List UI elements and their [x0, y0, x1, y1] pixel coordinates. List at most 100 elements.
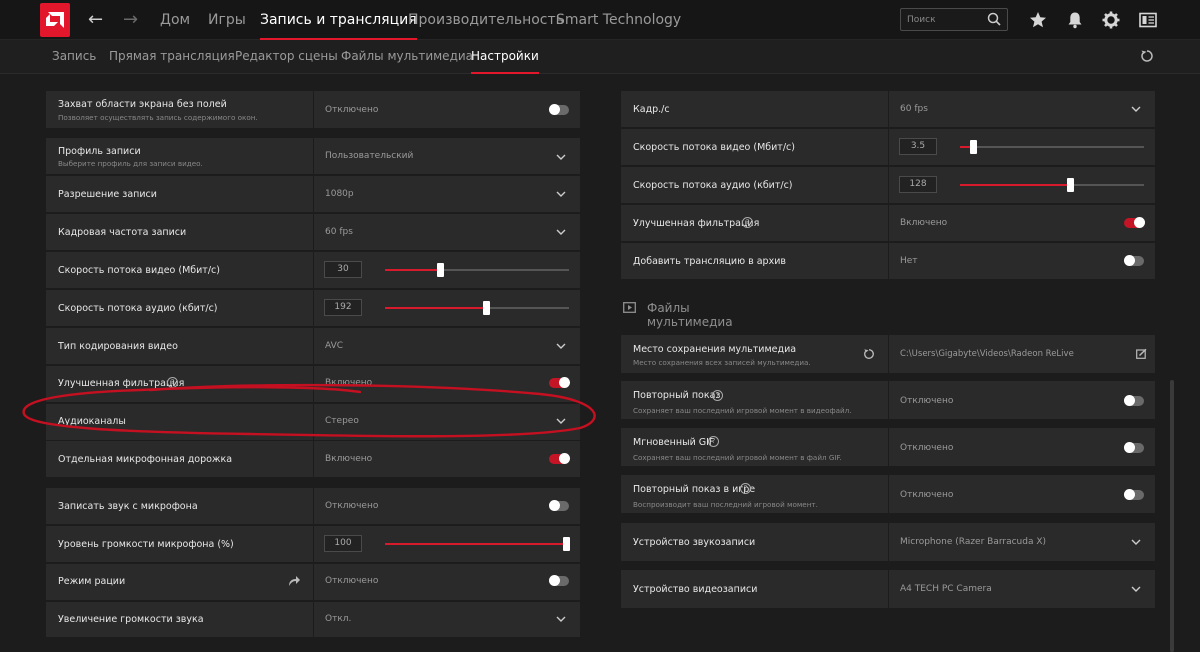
help-icon[interactable]: ?: [708, 436, 719, 447]
search-input[interactable]: [907, 12, 987, 27]
window-icon[interactable]: [1139, 11, 1157, 29]
reset-icon[interactable]: [863, 348, 875, 360]
nav-smart-technology[interactable]: Smart Technology: [556, 0, 681, 40]
setting-label: Скорость потока аудио (кбит/с): [58, 303, 218, 314]
setting-mic-volume: Уровень громкости микрофона (%) 100: [46, 526, 580, 563]
chevron-down-icon[interactable]: [556, 189, 566, 199]
divider: [313, 91, 314, 128]
toggle-switch[interactable]: [549, 104, 569, 115]
setting-value: Отключено: [325, 576, 379, 586]
chevron-down-icon[interactable]: [556, 152, 566, 162]
toggle-knob: [549, 104, 560, 115]
slider-thumb[interactable]: [1067, 178, 1075, 192]
setting-label: Повторный показ в игре: [633, 484, 756, 495]
toggle-knob: [1134, 217, 1145, 228]
nav-games[interactable]: Игры: [208, 0, 246, 40]
tab-settings[interactable]: Настройки: [471, 40, 539, 74]
divider: [888, 381, 889, 419]
gear-icon[interactable]: [1102, 11, 1120, 29]
tab-media-files[interactable]: Файлы мультимедиа: [341, 40, 473, 74]
divider: [888, 570, 889, 608]
setting-stream-fps[interactable]: Кадр./с 60 fps: [621, 91, 1155, 128]
stream-video-bitrate-slider[interactable]: [960, 140, 1144, 154]
tab-live-stream[interactable]: Прямая трансляция: [109, 40, 235, 74]
stream-audio-bitrate-input[interactable]: 128: [899, 176, 937, 193]
amd-logo[interactable]: [40, 3, 70, 37]
chevron-down-icon[interactable]: [1131, 537, 1141, 547]
setting-framerate[interactable]: Кадровая частота записи 60 fps: [46, 214, 580, 251]
slider-thumb[interactable]: [483, 301, 491, 315]
video-bitrate-input[interactable]: 30: [324, 261, 362, 278]
toggle-switch[interactable]: [1124, 442, 1144, 453]
audio-bitrate-input[interactable]: 192: [324, 299, 362, 316]
setting-audio-channels[interactable]: Аудиоканалы Стерео: [46, 404, 580, 441]
slider-thumb[interactable]: [969, 140, 977, 154]
audio-bitrate-slider[interactable]: [385, 301, 569, 315]
search-icon[interactable]: [987, 12, 1001, 26]
media-play-icon: [623, 302, 636, 313]
slider-thumb[interactable]: [563, 537, 570, 551]
divider: [888, 475, 889, 513]
setting-video-capture-device[interactable]: Устройство видеозаписи A4 TECH PC Camera: [621, 570, 1155, 609]
help-icon[interactable]: ?: [742, 217, 753, 228]
setting-video-encoding[interactable]: Тип кодирования видео AVC: [46, 328, 580, 365]
toggle-switch[interactable]: [549, 453, 570, 464]
back-arrow-icon[interactable]: ←: [88, 9, 103, 30]
top-bar: ← → Дом Игры Запись и трансляция Произво…: [0, 0, 1200, 40]
star-icon[interactable]: [1029, 11, 1047, 29]
help-icon[interactable]: ?: [167, 377, 178, 388]
stream-audio-bitrate-slider[interactable]: [960, 178, 1144, 192]
chevron-down-icon[interactable]: [556, 341, 566, 351]
divider: [313, 290, 314, 326]
setting-value: Отключено: [900, 443, 954, 453]
scrollbar[interactable]: [1170, 380, 1174, 652]
chevron-down-icon[interactable]: [556, 416, 566, 426]
tab-record[interactable]: Запись: [52, 40, 96, 74]
setting-volume-boost[interactable]: Увеличение громкости звука Откл.: [46, 602, 580, 638]
setting-label: Кадровая частота записи: [58, 227, 187, 238]
toggle-switch[interactable]: [549, 377, 570, 388]
chevron-down-icon[interactable]: [1131, 584, 1141, 594]
mic-volume-slider[interactable]: [385, 537, 570, 551]
forward-arrow-icon[interactable]: →: [123, 9, 138, 30]
divider: [313, 176, 314, 212]
chevron-down-icon[interactable]: [556, 614, 566, 624]
toggle-switch[interactable]: [1124, 395, 1144, 406]
setting-value: 60 fps: [900, 104, 928, 114]
mic-volume-input[interactable]: 100: [324, 535, 362, 552]
stream-video-bitrate-input[interactable]: 3.5: [899, 138, 937, 155]
chevron-down-icon[interactable]: [1131, 104, 1141, 114]
toggle-switch[interactable]: [549, 575, 569, 586]
nav-performance[interactable]: Производительность: [408, 0, 564, 40]
setting-value: Отключено: [900, 490, 954, 500]
bell-icon[interactable]: [1066, 11, 1084, 29]
setting-recording-profile[interactable]: Профиль записи Выберите профиль для запи…: [46, 138, 580, 175]
divider: [313, 488, 314, 524]
reset-icon[interactable]: [1140, 49, 1154, 63]
edit-folder-icon[interactable]: [1136, 348, 1147, 359]
toggle-switch[interactable]: [549, 500, 569, 511]
setting-label: Устройство видеозаписи: [633, 584, 758, 595]
toggle-knob: [1124, 442, 1135, 453]
tab-scene-editor[interactable]: Редактор сцены: [235, 40, 338, 74]
nav-home[interactable]: Дом: [160, 0, 190, 40]
help-icon[interactable]: ?: [740, 483, 751, 494]
share-arrow-icon[interactable]: [288, 575, 301, 587]
search-box[interactable]: [900, 8, 1008, 31]
setting-label: Профиль записи: [58, 146, 141, 157]
help-icon[interactable]: ?: [712, 390, 723, 401]
toggle-switch[interactable]: [1124, 255, 1144, 266]
slider-thumb[interactable]: [437, 263, 445, 277]
setting-stream-audio-bitrate: Скорость потока аудио (кбит/с) 128: [621, 167, 1155, 204]
chevron-down-icon[interactable]: [556, 227, 566, 237]
setting-resolution[interactable]: Разрешение записи 1080p: [46, 176, 580, 213]
setting-value: Отключено: [325, 501, 379, 511]
toggle-switch[interactable]: [1124, 489, 1144, 500]
setting-separate-mic-track: Отдельная микрофонная дорожка Включено: [46, 441, 580, 478]
video-bitrate-slider[interactable]: [385, 263, 569, 277]
divider: [888, 243, 889, 279]
toggle-switch[interactable]: [1124, 217, 1145, 228]
setting-label: Тип кодирования видео: [58, 341, 178, 352]
setting-audio-capture-device[interactable]: Устройство звукозаписи Microphone (Razer…: [621, 523, 1155, 562]
nav-record-stream[interactable]: Запись и трансляция: [260, 0, 417, 40]
